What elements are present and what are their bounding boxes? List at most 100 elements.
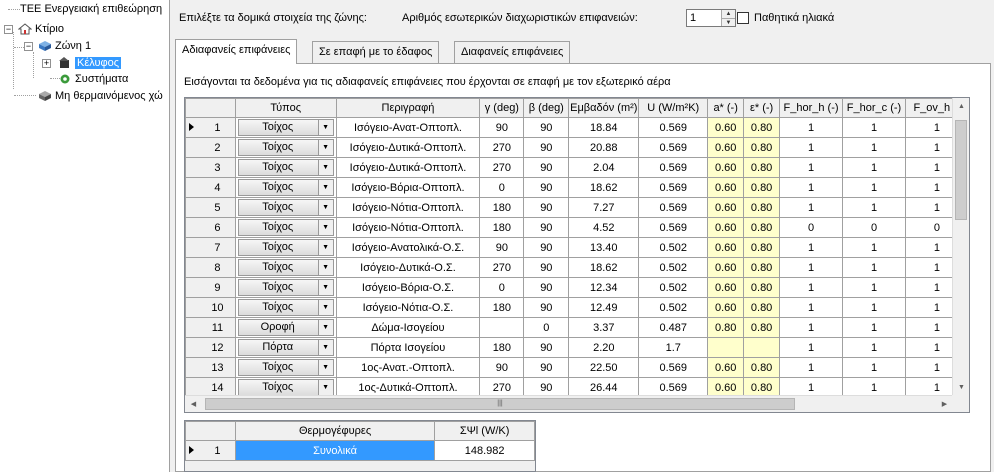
beta-cell[interactable]: 90 xyxy=(523,297,570,318)
total-label-cell[interactable]: Συνολικά xyxy=(234,440,436,461)
table-row[interactable]: 7 Τοίχος ▼ Ισόγειο-Ανατολικά-Ο.Σ. 90 90 13.40 0… xyxy=(185,237,969,258)
description-cell[interactable]: Ισόγειο-Νότια-Οπτοπλ. xyxy=(335,217,481,238)
row-header[interactable]: 5 xyxy=(185,197,236,218)
dropdown-arrow-icon[interactable]: ▼ xyxy=(317,160,333,175)
dropdown-arrow-icon[interactable]: ▼ xyxy=(317,240,333,255)
u-cell[interactable]: 0.569 xyxy=(638,357,709,378)
table-row[interactable]: 6 Τοίχος ▼ Ισόγειο-Νότια-Οπτοπλ. 180 90 4.52 0.… xyxy=(185,217,969,238)
a-cell[interactable]: 0.60 xyxy=(707,117,745,138)
e-cell[interactable]: 0.80 xyxy=(743,217,781,238)
row-header[interactable]: 11 xyxy=(185,317,236,338)
row-header[interactable]: 1 xyxy=(185,117,236,138)
f-hor-c-cell[interactable]: 1 xyxy=(842,177,906,198)
scroll-up-icon[interactable]: ▲ xyxy=(953,98,969,115)
row-header[interactable]: 9 xyxy=(185,277,236,298)
table-row[interactable]: 12 Πόρτα ▼ Πόρτα Ισογείου 180 90 2.20 1.7 1 1 1 xyxy=(185,337,969,358)
col-header-type[interactable]: Τύπος xyxy=(234,98,337,118)
e-cell[interactable] xyxy=(743,337,781,358)
col-header-e[interactable]: ε* (-) xyxy=(743,98,781,118)
expand-toggle[interactable]: + xyxy=(42,59,51,68)
tab-transparent-surfaces[interactable]: Διαφανείς επιφάνειες xyxy=(454,41,571,63)
type-cell[interactable]: Τοίχος ▼ xyxy=(234,277,337,298)
f-hor-c-cell[interactable]: 1 xyxy=(842,357,906,378)
col-header-area[interactable]: Εμβαδόν (m²) xyxy=(568,98,640,118)
a-cell[interactable]: 0.60 xyxy=(707,137,745,158)
area-cell[interactable]: 2.20 xyxy=(568,337,640,358)
scroll-left-icon[interactable]: ◀ xyxy=(185,396,202,412)
u-cell[interactable]: 0.502 xyxy=(638,257,709,278)
col-header-a[interactable]: a* (-) xyxy=(707,98,745,118)
type-dropdown[interactable]: Τοίχος ▼ xyxy=(237,199,334,216)
area-cell[interactable]: 12.34 xyxy=(568,277,640,298)
description-cell[interactable]: Δώμα-Ισογείου xyxy=(335,317,481,338)
table-row[interactable]: 5 Τοίχος ▼ Ισόγειο-Νότια-Οπτοπλ. 180 90 7.27 0.… xyxy=(185,197,969,218)
tab-ground-contact[interactable]: Σε επαφή με το έδαφος xyxy=(312,41,440,63)
type-dropdown[interactable]: Τοίχος ▼ xyxy=(237,119,334,136)
beta-cell[interactable]: 90 xyxy=(523,117,570,138)
u-cell[interactable]: 0.569 xyxy=(638,117,709,138)
gamma-cell[interactable]: 90 xyxy=(479,117,525,138)
e-cell[interactable]: 0.80 xyxy=(743,357,781,378)
type-cell[interactable]: Τοίχος ▼ xyxy=(234,177,337,198)
e-cell[interactable]: 0.80 xyxy=(743,257,781,278)
col-header-f-hor-c[interactable]: F_hor_c (-) xyxy=(842,98,906,118)
tab-opaque-surfaces[interactable]: Αδιαφανείς επιφάνειες xyxy=(175,39,298,64)
area-cell[interactable]: 18.84 xyxy=(568,117,640,138)
gamma-cell[interactable]: 180 xyxy=(479,297,525,318)
scroll-thumb[interactable] xyxy=(955,120,967,220)
u-cell[interactable]: 0.502 xyxy=(638,237,709,258)
tree-item-systems[interactable]: Συστήματα xyxy=(58,71,128,87)
description-cell[interactable]: Ισόγειο-Ανατολικά-Ο.Σ. xyxy=(335,237,481,258)
tree-item-building[interactable]: Κτίριο xyxy=(17,21,64,37)
stepper-down-icon[interactable]: ▼ xyxy=(722,18,735,26)
row-header[interactable]: 7 xyxy=(185,237,236,258)
area-cell[interactable]: 7.27 xyxy=(568,197,640,218)
f-hor-c-cell[interactable]: 1 xyxy=(842,197,906,218)
tree-item-root[interactable]: ΤΕΕ Ενεργειακή επιθεώρηση xyxy=(20,1,162,17)
beta-cell[interactable]: 90 xyxy=(523,137,570,158)
e-cell[interactable]: 0.80 xyxy=(743,317,781,338)
type-cell[interactable]: Τοίχος ▼ xyxy=(234,297,337,318)
beta-cell[interactable]: 90 xyxy=(523,217,570,238)
a-cell[interactable]: 0.60 xyxy=(707,257,745,278)
type-cell[interactable]: Τοίχος ▼ xyxy=(234,117,337,138)
row-header[interactable]: 3 xyxy=(185,157,236,178)
dropdown-arrow-icon[interactable]: ▼ xyxy=(317,260,333,275)
gamma-cell[interactable]: 270 xyxy=(479,157,525,178)
gamma-cell[interactable] xyxy=(479,317,525,338)
u-cell[interactable]: 1.7 xyxy=(638,337,709,358)
a-cell[interactable]: 0.60 xyxy=(707,177,745,198)
a-cell[interactable]: 0.60 xyxy=(707,277,745,298)
gamma-cell[interactable]: 180 xyxy=(479,197,525,218)
scroll-down-icon[interactable]: ▼ xyxy=(953,379,969,396)
f-hor-h-cell[interactable]: 1 xyxy=(779,357,844,378)
area-cell[interactable]: 18.62 xyxy=(568,177,640,198)
dropdown-arrow-icon[interactable]: ▼ xyxy=(317,340,333,355)
e-cell[interactable]: 0.80 xyxy=(743,277,781,298)
internal-surfaces-stepper[interactable]: 1 ▲ ▼ xyxy=(686,9,736,27)
f-hor-c-cell[interactable]: 1 xyxy=(842,237,906,258)
table-row[interactable]: 10 Τοίχος ▼ Ισόγειο-Νότια-Ο.Σ. 180 90 12.49 0.5… xyxy=(185,297,969,318)
row-header[interactable]: 8 xyxy=(185,257,236,278)
table-row[interactable]: 1 Συνολικά 148.982 xyxy=(185,440,535,461)
type-dropdown[interactable]: Τοίχος ▼ xyxy=(237,299,334,316)
type-dropdown[interactable]: Τοίχος ▼ xyxy=(237,219,334,236)
u-cell[interactable]: 0.502 xyxy=(638,277,709,298)
dropdown-arrow-icon[interactable]: ▼ xyxy=(317,120,333,135)
total-value-cell[interactable]: 148.982 xyxy=(434,440,535,461)
u-cell[interactable]: 0.502 xyxy=(638,297,709,318)
area-cell[interactable]: 4.52 xyxy=(568,217,640,238)
type-cell[interactable]: Τοίχος ▼ xyxy=(234,137,337,158)
a-cell[interactable] xyxy=(707,337,745,358)
beta-cell[interactable]: 90 xyxy=(523,197,570,218)
passive-solar-checkbox[interactable] xyxy=(737,12,749,24)
u-cell[interactable]: 0.569 xyxy=(638,177,709,198)
col-header-description[interactable]: Περιγραφή xyxy=(335,98,481,118)
f-hor-h-cell[interactable]: 1 xyxy=(779,177,844,198)
type-dropdown[interactable]: Τοίχος ▼ xyxy=(237,379,334,396)
f-hor-h-cell[interactable]: 1 xyxy=(779,257,844,278)
dropdown-arrow-icon[interactable]: ▼ xyxy=(317,220,333,235)
type-dropdown[interactable]: Τοίχος ▼ xyxy=(237,159,334,176)
collapse-toggle[interactable]: − xyxy=(4,25,13,34)
a-cell[interactable]: 0.60 xyxy=(707,237,745,258)
